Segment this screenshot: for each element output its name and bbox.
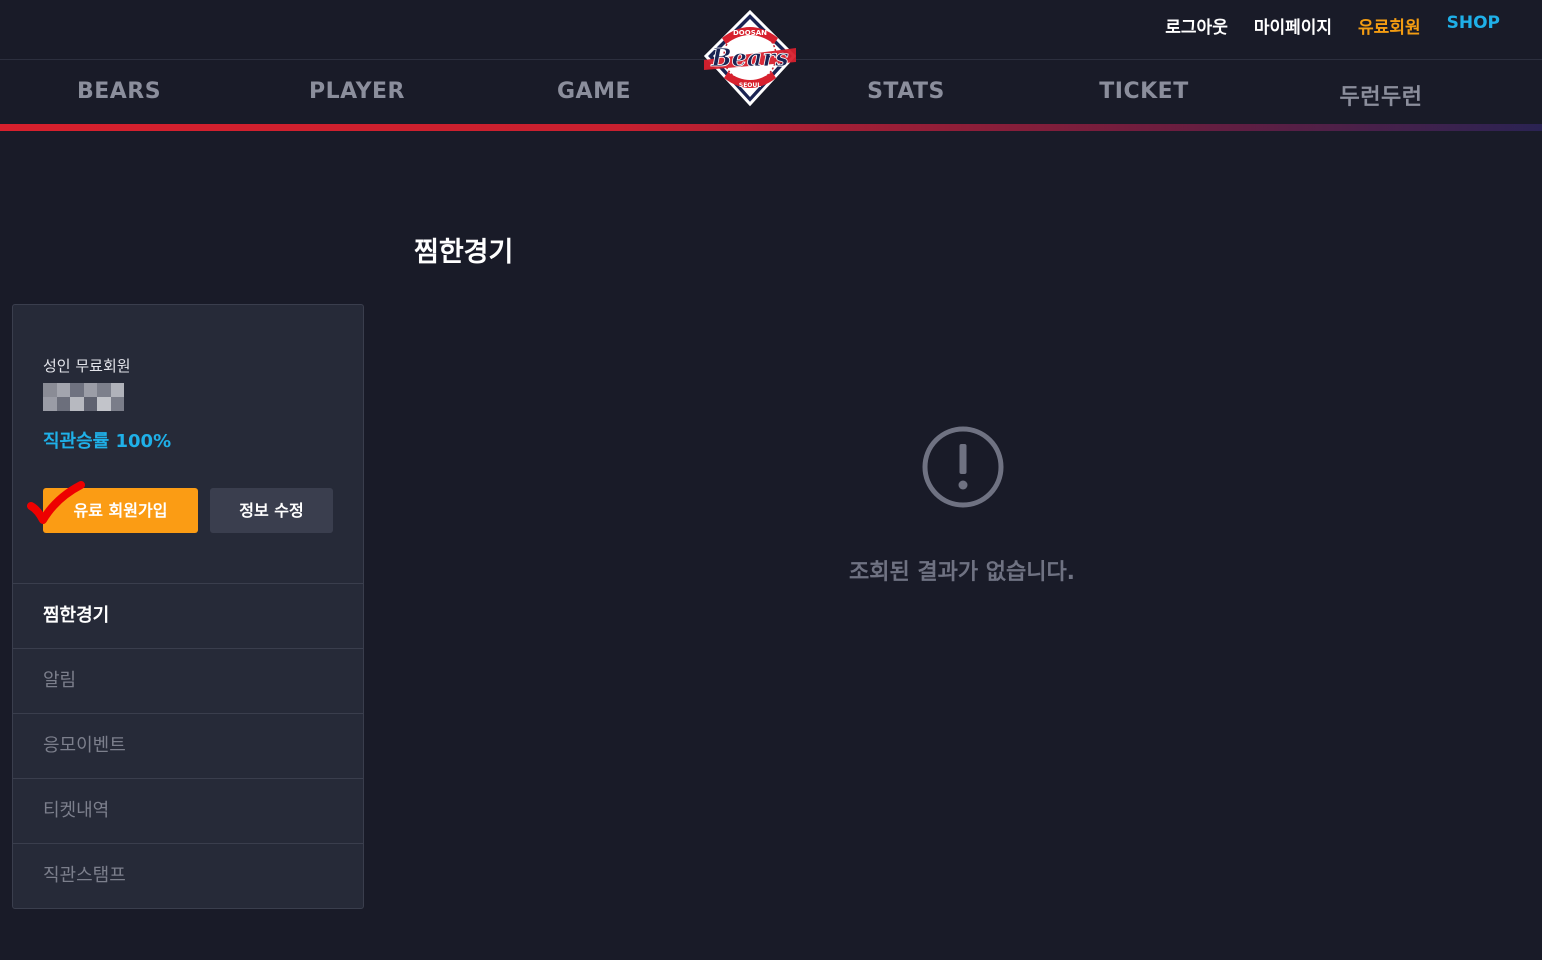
masked-username bbox=[43, 383, 124, 411]
nav-durundurun[interactable]: 두런두런 bbox=[1340, 79, 1423, 111]
bears-logo-icon: DOOSAN SEOUL Bears bbox=[703, 9, 797, 107]
nav-bears[interactable]: BEARS bbox=[77, 79, 161, 104]
shop-link[interactable]: SHOP bbox=[1447, 13, 1500, 38]
sidebar-item-notifications[interactable]: 알림 bbox=[13, 648, 363, 713]
nav-player[interactable]: PLAYER bbox=[309, 79, 405, 104]
nav-game[interactable]: GAME bbox=[557, 79, 631, 104]
logo-top-text: DOOSAN bbox=[733, 29, 767, 37]
nav-stats[interactable]: STATS bbox=[867, 79, 945, 104]
page-title: 찜한경기 bbox=[414, 237, 514, 268]
bears-logo[interactable]: DOOSAN SEOUL Bears bbox=[700, 8, 800, 108]
exclamation-circle-icon bbox=[922, 426, 1004, 508]
empty-state-message: 조회된 결과가 없습니다. bbox=[848, 560, 1076, 585]
logo-bottom-text: SEOUL bbox=[739, 82, 761, 89]
premium-member-link[interactable]: 유료회원 bbox=[1358, 13, 1421, 38]
sidebar-item-stamps[interactable]: 직관스탬프 bbox=[13, 843, 363, 908]
nav-ticket[interactable]: TICKET bbox=[1099, 79, 1188, 104]
edit-info-button[interactable]: 정보 수정 bbox=[210, 488, 333, 533]
win-rate: 직관승률 100% bbox=[43, 431, 172, 452]
member-sidebar: 성인 무료회원 직관승률 100% 유료 회원가입 정보 수정 찜한경기 알림 … bbox=[12, 304, 364, 909]
utility-links: 로그아웃 마이페이지 유료회원 SHOP bbox=[1165, 13, 1500, 38]
premium-join-button[interactable]: 유료 회원가입 bbox=[43, 488, 198, 533]
member-type-label: 성인 무료회원 bbox=[43, 357, 131, 375]
sidebar-menu: 찜한경기 알림 응모이벤트 티켓내역 직관스탬프 bbox=[13, 583, 363, 908]
sidebar-item-events[interactable]: 응모이벤트 bbox=[13, 713, 363, 778]
logo-main-text: Bears bbox=[710, 43, 789, 72]
mypage-link[interactable]: 마이페이지 bbox=[1254, 13, 1332, 38]
nav-underline bbox=[0, 124, 1542, 131]
logout-link[interactable]: 로그아웃 bbox=[1165, 13, 1228, 38]
sidebar-item-tickets[interactable]: 티켓내역 bbox=[13, 778, 363, 843]
sidebar-item-favorite-games[interactable]: 찜한경기 bbox=[13, 583, 363, 648]
